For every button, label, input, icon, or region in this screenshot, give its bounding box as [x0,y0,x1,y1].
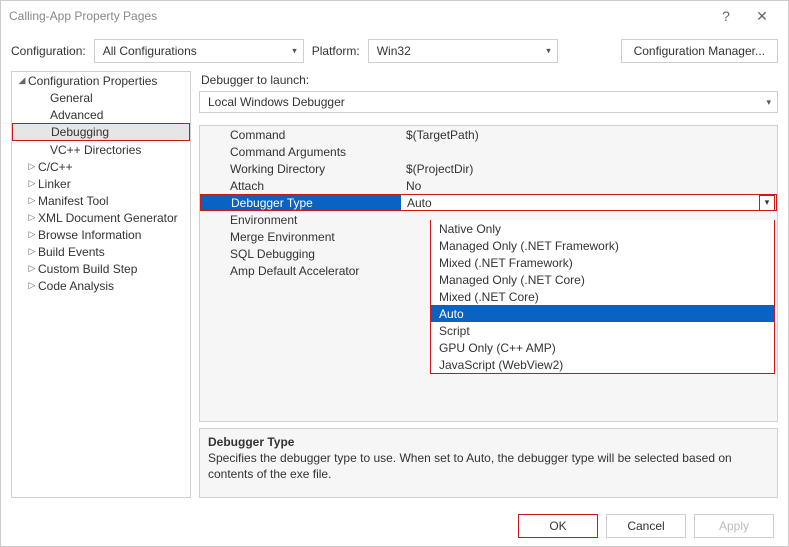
tree-expand-icon[interactable]: ▷ [26,195,38,206]
tree-item-build-events[interactable]: ▷Build Events [12,243,190,260]
right-panel: Debugger to launch: Local Windows Debugg… [199,71,778,498]
nav-tree[interactable]: ◢ Configuration Properties General Advanc… [11,71,191,498]
config-toolbar: Configuration: All Configurations ▾ Plat… [1,31,788,71]
config-combo[interactable]: All Configurations ▾ [94,39,304,63]
chevron-down-icon: ▾ [292,46,297,57]
dropdown-option-auto[interactable]: Auto [431,305,774,322]
tree-item-linker[interactable]: ▷Linker [12,175,190,192]
prop-row-command[interactable]: Command$(TargetPath) [200,126,777,143]
prop-name: Attach [200,179,400,193]
debugger-launch-combo[interactable]: Local Windows Debugger ▾ [199,91,778,113]
tree-expand-icon[interactable]: ▷ [26,229,38,240]
config-label: Configuration: [11,44,86,58]
prop-name: SQL Debugging [200,247,400,261]
tree-item-vc-directories[interactable]: VC++ Directories [12,141,190,158]
config-value: All Configurations [103,44,197,58]
tree-item-debugging[interactable]: Debugging [12,123,190,141]
tree-expand-icon[interactable]: ▷ [26,246,38,257]
prop-name: Environment [200,213,400,227]
prop-value: Auto [407,196,759,210]
description-box: Debugger Type Specifies the debugger typ… [199,428,778,498]
description-title: Debugger Type [208,435,769,449]
config-manager-button[interactable]: Configuration Manager... [621,39,778,63]
ok-button[interactable]: OK [518,514,598,538]
dropdown-option-managed-only-net-framework-[interactable]: Managed Only (.NET Framework) [431,237,774,254]
tree-collapse-icon[interactable]: ◢ [16,75,28,86]
debugger-type-dropdown[interactable]: Native OnlyManaged Only (.NET Framework)… [430,220,775,374]
prop-name: Amp Default Accelerator [200,264,400,278]
prop-name: Working Directory [200,162,400,176]
platform-combo[interactable]: Win32 ▾ [368,39,558,63]
prop-value: $(ProjectDir) [400,162,777,176]
help-button[interactable]: ? [708,8,744,24]
tree-item-custom-build-step[interactable]: ▷Custom Build Step [12,260,190,277]
tree-item-label: Advanced [50,108,103,122]
dialog-footer: OK Cancel Apply [1,506,788,546]
cancel-button[interactable]: Cancel [606,514,686,538]
tree-expand-icon[interactable]: ▷ [26,212,38,223]
tree-item-label: Custom Build Step [38,262,137,276]
dropdown-option-managed-only-net-core-[interactable]: Managed Only (.NET Core) [431,271,774,288]
tree-item-label: Code Analysis [38,279,114,293]
tree-expand-icon[interactable]: ▷ [26,263,38,274]
debugger-launch-value: Local Windows Debugger [208,95,345,109]
dropdown-toggle-button[interactable]: ▾ [759,195,775,211]
prop-row-debugger-type[interactable]: Debugger TypeAuto▾ [200,194,777,211]
tree-item-general[interactable]: General [12,89,190,106]
prop-name: Merge Environment [200,230,400,244]
tree-item-browse-information[interactable]: ▷Browse Information [12,226,190,243]
tree-expand-icon[interactable]: ▷ [26,280,38,291]
titlebar: Calling-App Property Pages ? ✕ [1,1,788,31]
tree-item-xml-document-generator[interactable]: ▷XML Document Generator [12,209,190,226]
dropdown-option-gpu-only-c-amp-[interactable]: GPU Only (C++ AMP) [431,339,774,356]
tree-item-label: C/C++ [38,160,73,174]
description-text: Specifies the debugger type to use. When… [208,451,769,482]
window-title: Calling-App Property Pages [9,9,157,23]
dropdown-option-mixed-net-core-[interactable]: Mixed (.NET Core) [431,288,774,305]
debugger-launch-label: Debugger to launch: [201,73,778,87]
dropdown-option-javascript-webview2-[interactable]: JavaScript (WebView2) [431,356,774,373]
tree-item-label: VC++ Directories [50,143,141,157]
close-button[interactable]: ✕ [744,8,780,25]
dropdown-option-mixed-net-framework-[interactable]: Mixed (.NET Framework) [431,254,774,271]
tree-root[interactable]: ◢ Configuration Properties [12,72,190,89]
prop-name: Command [200,128,400,142]
apply-button[interactable]: Apply [694,514,774,538]
tree-item-label: Build Events [38,245,105,259]
prop-row-attach[interactable]: AttachNo [200,177,777,194]
prop-value-cell[interactable]: Auto▾ [401,195,776,210]
tree-item-label: Manifest Tool [38,194,108,208]
prop-value: $(TargetPath) [400,128,777,142]
tree-item-label: General [50,91,93,105]
platform-value: Win32 [377,44,411,58]
tree-item-advanced[interactable]: Advanced [12,106,190,123]
property-grid[interactable]: Command$(TargetPath)Command ArgumentsWor… [199,125,778,422]
dropdown-option-script[interactable]: Script [431,322,774,339]
tree-item-label: XML Document Generator [38,211,178,225]
chevron-down-icon: ▾ [766,97,771,108]
tree-item-manifest-tool[interactable]: ▷Manifest Tool [12,192,190,209]
tree-expand-icon[interactable]: ▷ [26,161,38,172]
property-pages-window: Calling-App Property Pages ? ✕ Configura… [0,0,789,547]
dropdown-option-native-only[interactable]: Native Only [431,220,774,237]
prop-name: Debugger Type [201,196,401,210]
tree-item-code-analysis[interactable]: ▷Code Analysis [12,277,190,294]
platform-label: Platform: [312,44,360,58]
prop-row-working-directory[interactable]: Working Directory$(ProjectDir) [200,160,777,177]
prop-value: No [400,179,777,193]
prop-row-command-arguments[interactable]: Command Arguments [200,143,777,160]
tree-expand-icon[interactable]: ▷ [26,178,38,189]
tree-item-label: Debugging [51,125,109,139]
chevron-down-icon: ▾ [546,46,551,57]
tree-item-label: Browse Information [38,228,141,242]
prop-name: Command Arguments [200,145,400,159]
tree-item-label: Linker [38,177,71,191]
tree-item-c-c-[interactable]: ▷C/C++ [12,158,190,175]
